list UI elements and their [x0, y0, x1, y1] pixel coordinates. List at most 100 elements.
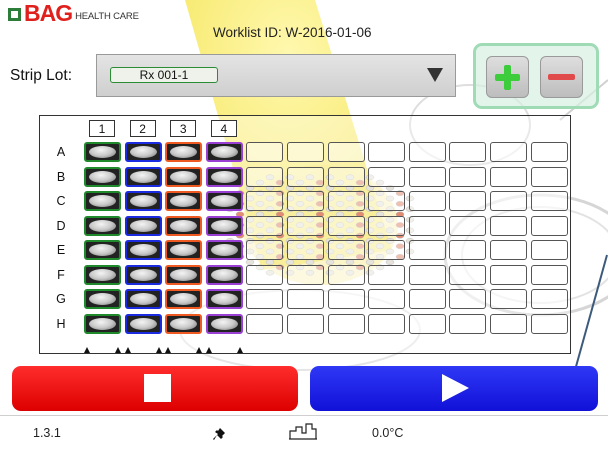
well-C4[interactable]	[205, 191, 243, 211]
well-B3[interactable]	[165, 166, 203, 187]
well-B2[interactable]	[124, 166, 162, 187]
well-B12[interactable]	[530, 166, 568, 187]
well-E6[interactable]	[287, 240, 324, 260]
well-D12[interactable]	[530, 215, 568, 236]
well-G12[interactable]	[530, 289, 568, 309]
well-E2[interactable]	[124, 240, 162, 260]
well-B10[interactable]	[449, 166, 487, 187]
well-G8[interactable]	[368, 289, 406, 309]
well-C6[interactable]	[287, 191, 324, 211]
well-E12[interactable]	[530, 240, 568, 260]
well-F7[interactable]	[327, 264, 365, 285]
strip-lot-dropdown[interactable]: Rx 001-1	[96, 54, 456, 97]
well-E10[interactable]	[449, 240, 487, 260]
well-H5[interactable]	[246, 313, 284, 334]
well-B7[interactable]	[327, 166, 365, 187]
well-D9[interactable]	[408, 215, 446, 236]
well-D8[interactable]	[368, 215, 406, 236]
well-B9[interactable]	[408, 166, 446, 187]
well-H2[interactable]	[124, 313, 162, 334]
well-C1[interactable]	[84, 191, 121, 211]
well-F4[interactable]	[205, 264, 243, 285]
well-D2[interactable]	[124, 215, 162, 236]
well-G9[interactable]	[408, 289, 446, 309]
well-H9[interactable]	[408, 313, 446, 334]
well-A11[interactable]	[490, 142, 527, 162]
well-A4[interactable]	[205, 142, 243, 162]
well-E8[interactable]	[368, 240, 406, 260]
well-F11[interactable]	[490, 264, 527, 285]
well-F10[interactable]	[449, 264, 487, 285]
well-D10[interactable]	[449, 215, 487, 236]
well-F8[interactable]	[368, 264, 406, 285]
well-C5[interactable]	[246, 191, 284, 211]
well-D5[interactable]	[246, 215, 284, 236]
well-B1[interactable]	[84, 166, 121, 187]
well-E1[interactable]	[84, 240, 121, 260]
well-F12[interactable]	[530, 264, 568, 285]
well-C10[interactable]	[449, 191, 487, 211]
stop-button[interactable]	[12, 366, 298, 411]
well-C9[interactable]	[408, 191, 446, 211]
well-E9[interactable]	[408, 240, 446, 260]
well-E5[interactable]	[246, 240, 284, 260]
well-F5[interactable]	[246, 264, 284, 285]
well-G1[interactable]	[84, 289, 121, 309]
well-C2[interactable]	[124, 191, 162, 211]
well-B4[interactable]	[205, 166, 243, 187]
well-H6[interactable]	[287, 313, 324, 334]
well-A9[interactable]	[408, 142, 446, 162]
well-D3[interactable]	[165, 215, 203, 236]
well-G11[interactable]	[490, 289, 527, 309]
well-F3[interactable]	[165, 264, 203, 285]
well-E11[interactable]	[490, 240, 527, 260]
well-C3[interactable]	[165, 191, 203, 211]
well-F2[interactable]	[124, 264, 162, 285]
well-D1[interactable]	[84, 215, 121, 236]
remove-strip-button[interactable]	[540, 56, 583, 98]
well-H11[interactable]	[490, 313, 527, 334]
dropdown-arrow-icon[interactable]	[427, 68, 443, 82]
well-E7[interactable]	[327, 240, 365, 260]
well-A12[interactable]	[530, 142, 568, 162]
well-C12[interactable]	[530, 191, 568, 211]
start-button[interactable]	[310, 366, 598, 411]
well-H7[interactable]	[327, 313, 365, 334]
well-H12[interactable]	[530, 313, 568, 334]
well-G3[interactable]	[165, 289, 203, 309]
well-D7[interactable]	[327, 215, 365, 236]
well-G2[interactable]	[124, 289, 162, 309]
well-G10[interactable]	[449, 289, 487, 309]
well-G7[interactable]	[327, 289, 365, 309]
well-H8[interactable]	[368, 313, 406, 334]
temperature-curve-icon[interactable]	[288, 421, 318, 441]
well-H3[interactable]	[165, 313, 203, 334]
well-A10[interactable]	[449, 142, 487, 162]
well-C8[interactable]	[368, 191, 406, 211]
well-D4[interactable]	[205, 215, 243, 236]
well-H10[interactable]	[449, 313, 487, 334]
add-strip-button[interactable]	[486, 56, 529, 98]
well-F1[interactable]	[84, 264, 121, 285]
well-H4[interactable]	[205, 313, 243, 334]
well-G4[interactable]	[205, 289, 243, 309]
well-B5[interactable]	[246, 166, 284, 187]
well-H1[interactable]	[84, 313, 121, 334]
well-A5[interactable]	[246, 142, 284, 162]
well-B8[interactable]	[368, 166, 406, 187]
well-E3[interactable]	[165, 240, 203, 260]
well-A7[interactable]	[327, 142, 365, 162]
well-B11[interactable]	[490, 166, 527, 187]
well-C7[interactable]	[327, 191, 365, 211]
well-G6[interactable]	[287, 289, 324, 309]
well-D6[interactable]	[287, 215, 324, 236]
well-D11[interactable]	[490, 215, 527, 236]
well-B6[interactable]	[287, 166, 324, 187]
well-A3[interactable]	[165, 142, 203, 162]
well-C11[interactable]	[490, 191, 527, 211]
well-A8[interactable]	[368, 142, 406, 162]
well-E4[interactable]	[205, 240, 243, 260]
well-A6[interactable]	[287, 142, 324, 162]
well-F6[interactable]	[287, 264, 324, 285]
well-G5[interactable]	[246, 289, 284, 309]
